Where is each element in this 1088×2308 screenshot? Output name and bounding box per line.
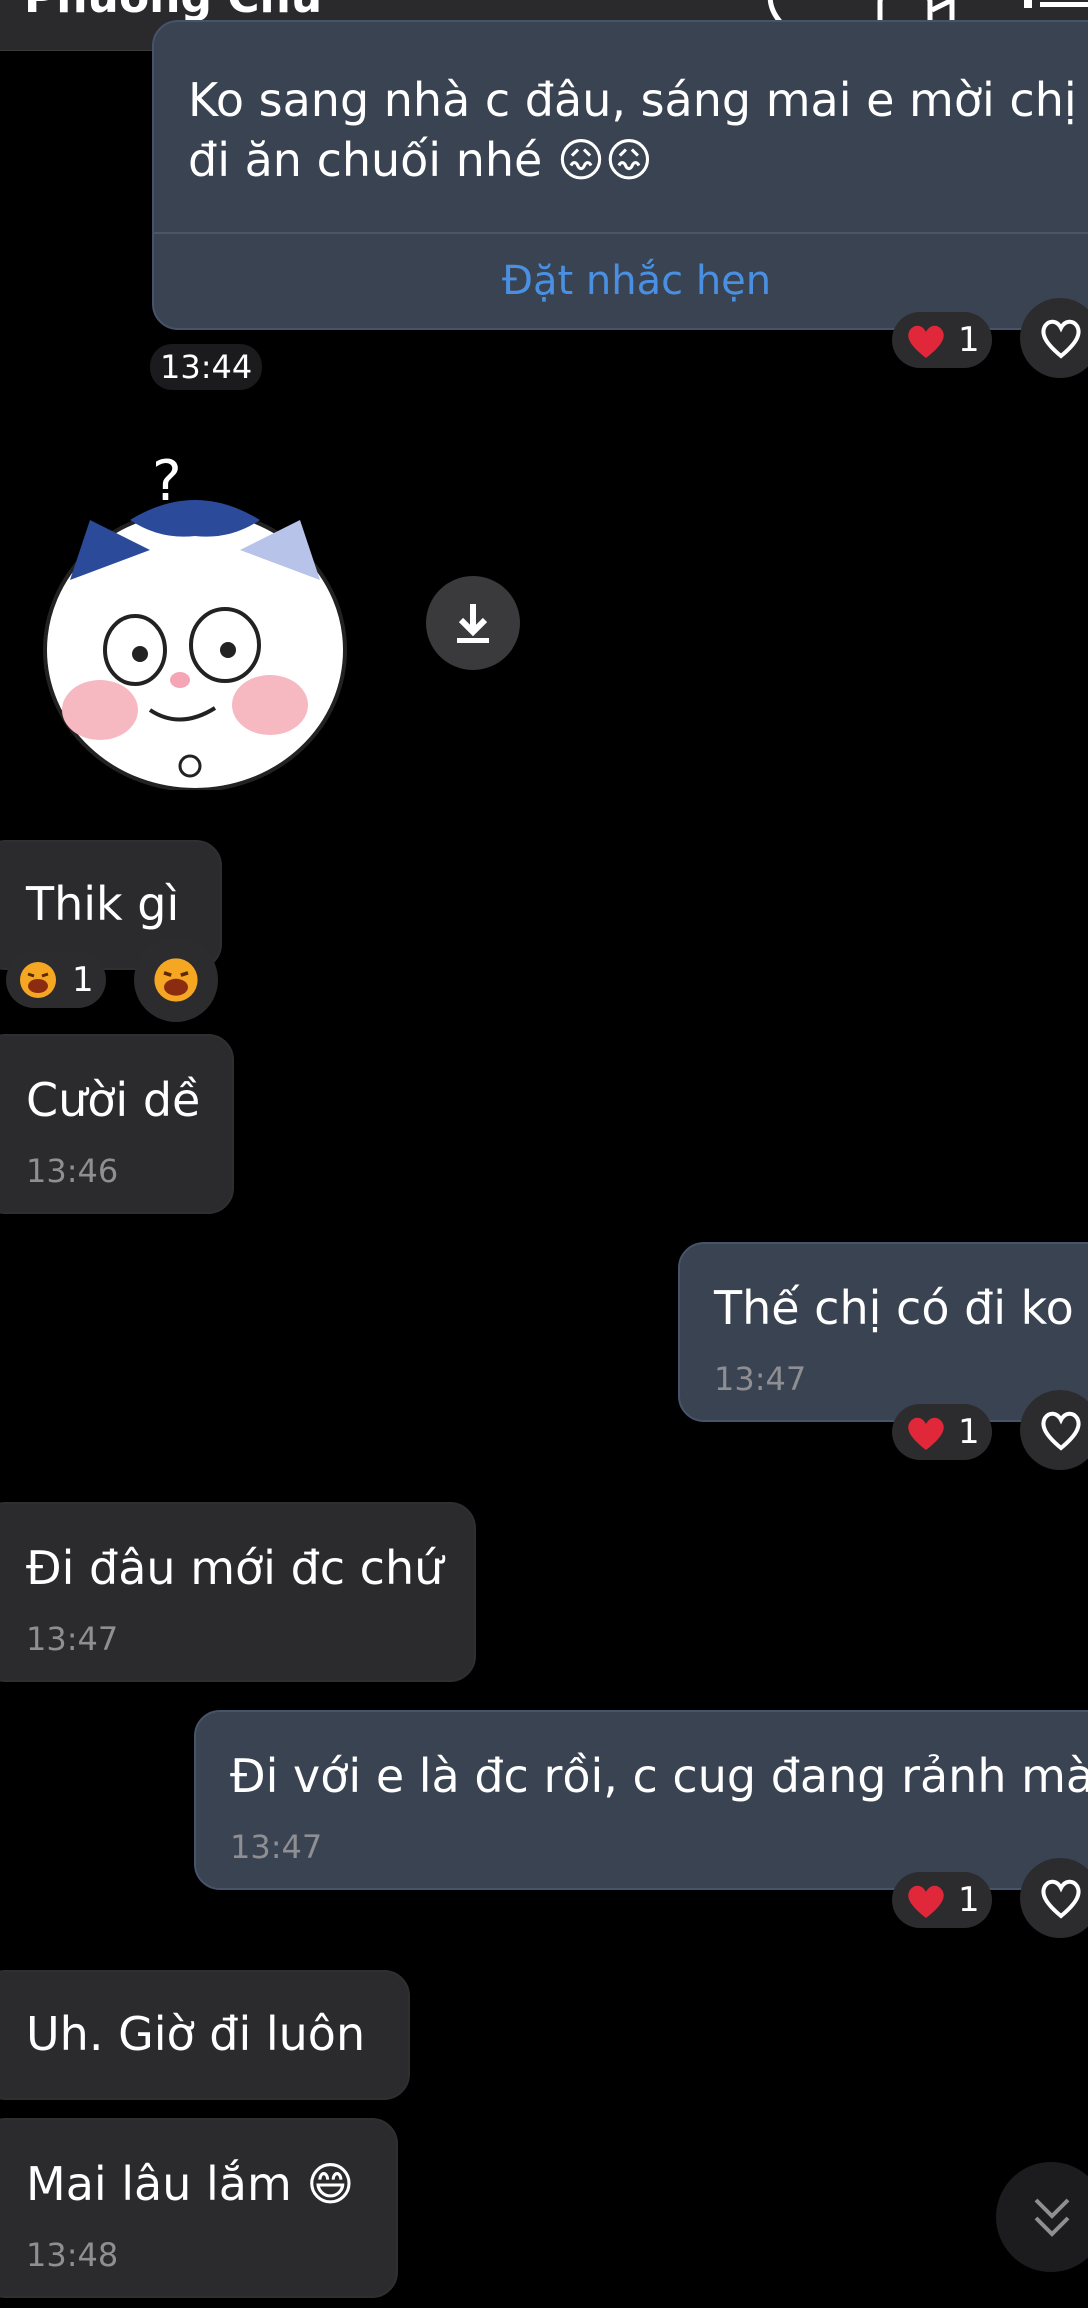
scroll-to-bottom-button[interactable] bbox=[996, 2162, 1088, 2272]
reaction-badge[interactable]: 1 bbox=[892, 1404, 992, 1460]
message-time: 13:46 bbox=[26, 1152, 119, 1190]
message-bubble-incoming[interactable]: Uh. Giờ đi luôn bbox=[0, 1970, 410, 2100]
message-time: 13:48 bbox=[26, 2236, 119, 2274]
reaction-badge[interactable]: 1 bbox=[892, 312, 992, 368]
reaction-count: 1 bbox=[958, 1880, 980, 1920]
sticker-image[interactable]: ? bbox=[30, 440, 360, 792]
message-time: 13:44 bbox=[150, 344, 263, 390]
message-text: Uh. Giờ đi luôn bbox=[26, 2007, 366, 2061]
message-text: Đi với e là đc rồi, c cug đang rảnh mà bbox=[230, 1749, 1088, 1803]
download-button[interactable] bbox=[426, 576, 520, 670]
heart-icon bbox=[1041, 1879, 1081, 1919]
download-icon bbox=[457, 604, 489, 643]
message-text: Ko sang nhà c đâu, sáng mai e mời chị bbox=[188, 73, 1077, 127]
heart-icon bbox=[908, 1885, 944, 1918]
message-text: Thế chị có đi ko bbox=[714, 1281, 1074, 1335]
reaction-count: 1 bbox=[958, 1412, 980, 1452]
message-text: Cười dề bbox=[26, 1073, 201, 1127]
chevron-double-down-icon bbox=[1034, 2198, 1070, 2237]
heart-icon bbox=[1041, 1411, 1081, 1451]
message-text: Thik gì bbox=[26, 877, 180, 931]
react-heart-button[interactable] bbox=[1020, 1390, 1088, 1470]
message-text: đi ăn chuối nhé 😖😖 bbox=[188, 133, 653, 187]
message-bubble-outgoing[interactable]: Ko sang nhà c đâu, sáng mai e mời chị đi… bbox=[152, 20, 1088, 330]
message-text: Đi đâu mới đc chứ bbox=[26, 1541, 444, 1595]
heart-icon bbox=[908, 325, 944, 358]
reaction-badge[interactable]: 1 bbox=[892, 1872, 992, 1928]
message-bubble-incoming[interactable]: Đi đâu mới đc chứ 13:47 bbox=[0, 1502, 476, 1682]
message-bubble-outgoing[interactable]: Đi với e là đc rồi, c cug đang rảnh mà 1… bbox=[194, 1710, 1088, 1890]
message-bubble-incoming[interactable]: Cười dề 13:46 bbox=[0, 1034, 234, 1214]
heart-icon bbox=[908, 1417, 944, 1450]
message-text: Mai lâu lắm 😄 bbox=[26, 2157, 355, 2211]
react-laugh-button[interactable] bbox=[134, 938, 218, 1022]
reaction-count: 1 bbox=[72, 960, 94, 1000]
message-time: 13:47 bbox=[26, 1620, 119, 1658]
message-bubble-incoming[interactable]: Mai lâu lắm 😄 13:48 bbox=[0, 2118, 398, 2298]
react-heart-button[interactable] bbox=[1020, 298, 1088, 378]
set-reminder-link[interactable]: Đặt nhắc hẹn bbox=[502, 258, 771, 304]
message-bubble-outgoing[interactable]: Thế chị có đi ko 13:47 bbox=[678, 1242, 1088, 1422]
divider bbox=[154, 232, 1088, 234]
laugh-emoji-icon bbox=[20, 962, 56, 998]
reaction-badge[interactable]: 1 bbox=[6, 952, 106, 1008]
react-heart-button[interactable] bbox=[1020, 1858, 1088, 1938]
message-time: 13:47 bbox=[714, 1360, 807, 1398]
heart-icon bbox=[1041, 319, 1081, 359]
message-time: 13:47 bbox=[230, 1828, 323, 1866]
laugh-emoji-icon bbox=[154, 958, 198, 1002]
reaction-count: 1 bbox=[958, 320, 980, 360]
